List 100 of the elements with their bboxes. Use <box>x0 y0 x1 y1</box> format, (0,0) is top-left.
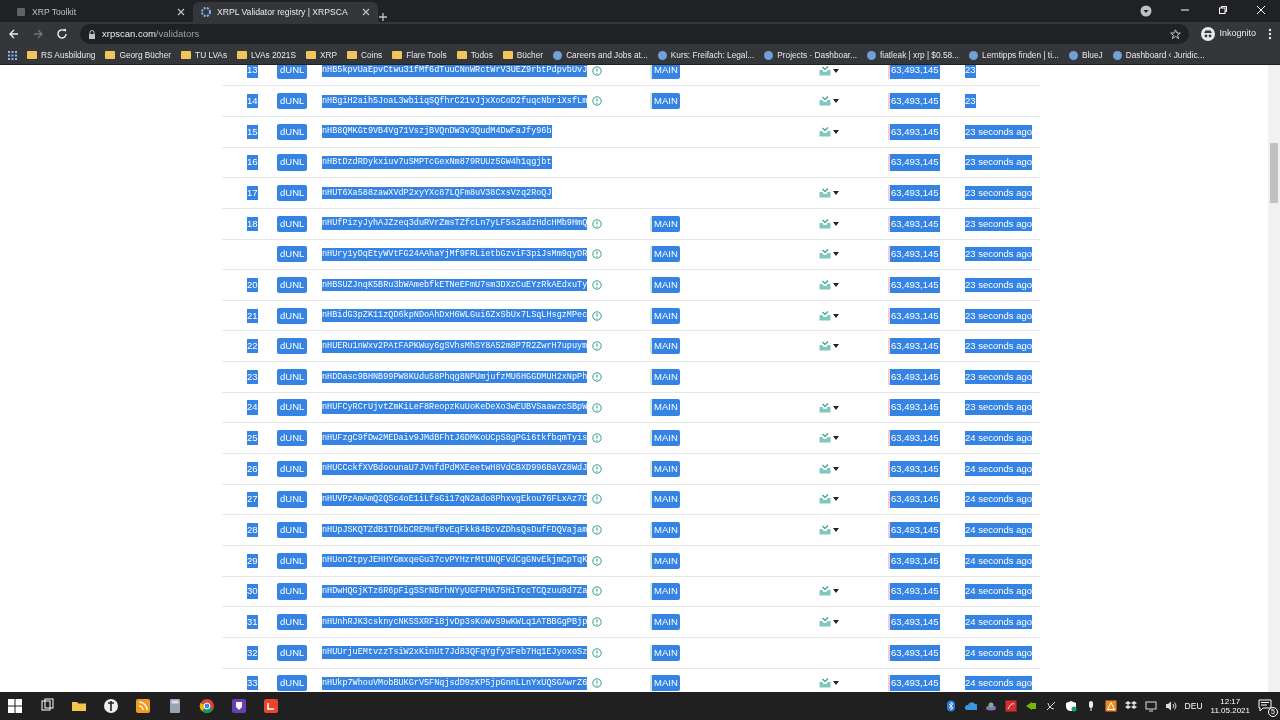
validator-key-link[interactable]: nHUfPizyJyhAJZzeq3duRVrZmsTZfcLn7yLF5s2adzHdcHMb9HmQ <box>322 217 588 231</box>
domain-dropdown[interactable] <box>819 96 839 107</box>
folder-icon <box>105 51 116 59</box>
bookmark[interactable]: LVAs 2021S <box>237 48 296 62</box>
row-number: 31 <box>247 614 258 630</box>
profile-button[interactable]: Inkognito <box>1201 27 1256 41</box>
info-icon <box>592 402 603 413</box>
bookmark[interactable]: Careers and Jobs at... <box>553 48 648 62</box>
reload-icon[interactable] <box>56 28 68 40</box>
rss-icon[interactable] <box>135 698 151 714</box>
domain-dropdown[interactable] <box>819 280 839 290</box>
validator-key-link[interactable]: nHB8QMKGt9VB4Vg71VszjBVQnDW3v3QudM4DwFaJfy96b <box>322 125 552 139</box>
caret-icon <box>833 344 839 349</box>
language-indicator[interactable]: DEU <box>1184 699 1203 713</box>
browser-tab[interactable]: XRP Toolkit <box>8 2 193 22</box>
close-icon[interactable] <box>177 8 185 16</box>
domain-dropdown[interactable] <box>819 525 839 536</box>
bookmark[interactable]: RS Ausbildung <box>27 48 96 62</box>
domain-dropdown[interactable] <box>819 218 839 229</box>
clock[interactable]: 12:17 11.05.2021 <box>1210 696 1250 716</box>
warning-app-icon[interactable] <box>1104 700 1117 712</box>
validator-key-link[interactable]: nHUVPzAmAmQ2QSc4oE1iLfsGi17qN2ado8PhxvgEkou76FLxAz7C <box>322 493 588 506</box>
tray-icon <box>819 463 831 474</box>
volume-icon[interactable] <box>1164 700 1177 712</box>
validator-key-link[interactable]: nHBidG3pZK11zQD6kpNDoAhDxH6WLGui6ZxSbUx7LSqLHsgzMPec <box>322 309 588 322</box>
domain-dropdown[interactable] <box>819 65 839 76</box>
dropbox-icon[interactable] <box>1124 700 1137 712</box>
bookmark[interactable]: Projects · Dashboar... <box>764 48 857 62</box>
validator-key-link[interactable]: nHBgiH2aih5JoaL3wbiiqSQfhrC21vJjxXoCoD2fuqcNbriXsfLm <box>322 94 588 108</box>
forward-icon[interactable] <box>32 28 44 40</box>
profile-menu-icon[interactable] <box>1140 5 1152 17</box>
validator-key-link[interactable]: nHBSUZJnqK5BRu3bWAmebfkETNeEFmU7sm3DXzCuEYzRkAEdxuTy <box>322 278 588 292</box>
validator-key-link[interactable]: nHDwHQGjKTz6R6pFigSSrNBrhNYyUGFPHA75HiTccTCQzuu9d7Za <box>322 585 588 598</box>
domain-dropdown[interactable] <box>819 463 839 474</box>
domain-dropdown[interactable] <box>819 617 839 628</box>
domain-dropdown[interactable] <box>819 678 839 689</box>
bookmark[interactable]: Dashboard ‹ Juridic... <box>1112 48 1205 62</box>
cloud-icon[interactable] <box>964 700 977 712</box>
scrollbar[interactable] <box>1268 65 1280 692</box>
ledger-number: 63,493,145 <box>888 552 940 569</box>
bluetooth-icon[interactable] <box>944 700 957 712</box>
validator-key-link[interactable]: nHUT6Xa588zawXVdP2xyYXc87LQFm8uV38CxsVzq2RoQJ <box>322 186 552 200</box>
bookmark[interactable]: Todos <box>456 48 493 62</box>
shield-app-icon[interactable] <box>231 698 247 714</box>
domain-dropdown[interactable] <box>819 494 839 505</box>
calculator-icon[interactable] <box>167 698 183 714</box>
bookmark[interactable]: Georg Bücher <box>105 48 172 62</box>
apps-grid-icon <box>8 50 17 60</box>
last-seen-time: 24 seconds ago <box>965 676 1033 691</box>
pdf-app-icon[interactable] <box>1004 700 1017 712</box>
scrollbar-thumb[interactable] <box>1270 143 1278 203</box>
bookmark[interactable]: Kurs: Freifach: Legal... <box>657 48 755 62</box>
validator-key-link[interactable]: nHUFCyRCrUjvtZmKiLeF8ReopzKuUoKeDeXo3wEUBVSaawzcSBpW <box>322 401 588 414</box>
info-icon <box>592 678 603 689</box>
security-icon[interactable] <box>1064 700 1077 712</box>
bookmark[interactable]: Bücher <box>502 48 544 62</box>
bookmark[interactable]: TU LVAs <box>181 48 228 62</box>
validator-key-link[interactable]: nHBtDzdRDykxiuv7uSMPTcGexNm879RUUz5GW4h1qgjbt <box>322 156 552 169</box>
bookmark[interactable]: Coins <box>347 48 383 62</box>
more-icon[interactable] <box>1268 28 1272 40</box>
domain-dropdown[interactable] <box>819 310 839 321</box>
back-icon[interactable] <box>8 28 20 40</box>
validator-key-link[interactable]: nHDDasc9BHNB99PW8KUdu58Phqg8NPUmjufzMU6HGGDMUH2xNpPh <box>322 370 588 384</box>
new-tab-icon[interactable] <box>378 12 388 22</box>
domain-dropdown[interactable] <box>819 402 839 413</box>
domain-dropdown[interactable] <box>819 433 839 444</box>
validator-key-link[interactable]: nHUnhRJK3csknycNK5SXRFi8jvDp3sKoWvS9wKWLq1ATBBGgPBjp <box>322 615 588 629</box>
restore-icon[interactable] <box>1218 5 1228 15</box>
domain-dropdown[interactable] <box>819 249 839 260</box>
validator-key-link[interactable]: nHUon2tpyJEHHYGmxqeGu37cvPYHzrMtUNQFVdCgGNvEkjmCpTqK <box>322 554 588 568</box>
domain-dropdown[interactable] <box>819 341 839 352</box>
terminal-app-icon[interactable] <box>263 698 279 714</box>
domain-dropdown[interactable] <box>819 188 839 199</box>
chrome-icon[interactable] <box>199 698 215 714</box>
validator-key-link[interactable]: nHUUrjuEMtvzzTsiW2xKinUt7Jd83QFqYgfy3Feb7Hq1EJyoxoSz <box>322 646 588 660</box>
validator-key-link[interactable]: nHUry1yDqEtyWVtFG24AAhaYjMf9FRLietbGzviF3piJsMm9qyDR <box>322 248 588 261</box>
validator-key-link[interactable]: nHUkp7WhouVMobBUKGrV5FNqjsdD9zKP5jpGnnLLnYxUQSGAwrZ6 <box>322 676 588 690</box>
bookmark[interactable]: XRP <box>305 48 338 62</box>
validator-key-link[interactable]: nHUpJSKQTZdB1TDkbCREMuf8vEqFkk84BcvZDhsQsDufFDQVajam <box>322 523 588 537</box>
task-view-icon[interactable] <box>39 698 55 714</box>
row-number: 21 <box>247 308 258 323</box>
last-seen-time: 23 seconds ago <box>965 155 1033 170</box>
star-icon[interactable] <box>1170 28 1182 40</box>
unl-tag: dUNL <box>277 613 308 631</box>
address-bar[interactable]: xrpscan.com/validators <box>80 24 1190 44</box>
close-icon[interactable] <box>362 8 370 16</box>
validator-key-link[interactable]: nHUFzgC9fDw2MEDaiv9JMdBFhtJ6DMKoUCpS8gPGi6tkfbqmTyis <box>322 431 588 445</box>
validator-key-link[interactable]: nHB5kpvUaEpvCtwu31fMf6dTuuCNnWRctWrV3UEZ9rbtPdpvbUvJ <box>322 65 588 77</box>
domain-dropdown[interactable] <box>819 586 839 597</box>
unl-tag: dUNL <box>277 552 308 569</box>
validator-key-link[interactable]: nHUCCckfXVBdoounaU7JVnfdPdMXEeetwH8VdCBXD996BaVZ8WdJ <box>322 462 588 476</box>
bookmark[interactable]: fiatleak | xrp | $0.58... <box>867 48 960 62</box>
bookmark[interactable]: Lerntipps finden | ti... <box>969 48 1059 62</box>
network-icon[interactable] <box>1144 700 1157 712</box>
browser-tab[interactable]: XRPL Validator registry | XRPSCA <box>193 2 378 22</box>
bookmark[interactable]: Flare Tools <box>392 48 447 62</box>
windows-icon[interactable] <box>7 698 23 714</box>
bookmark[interactable]: BlueJ <box>1068 48 1103 62</box>
validator-key-link[interactable]: nHUERu1nWxv2PAtFAPKWuy6gSVhsMhSY8A52m8P7R2ZwrH7upuym <box>322 339 588 353</box>
domain-dropdown[interactable] <box>819 126 839 137</box>
